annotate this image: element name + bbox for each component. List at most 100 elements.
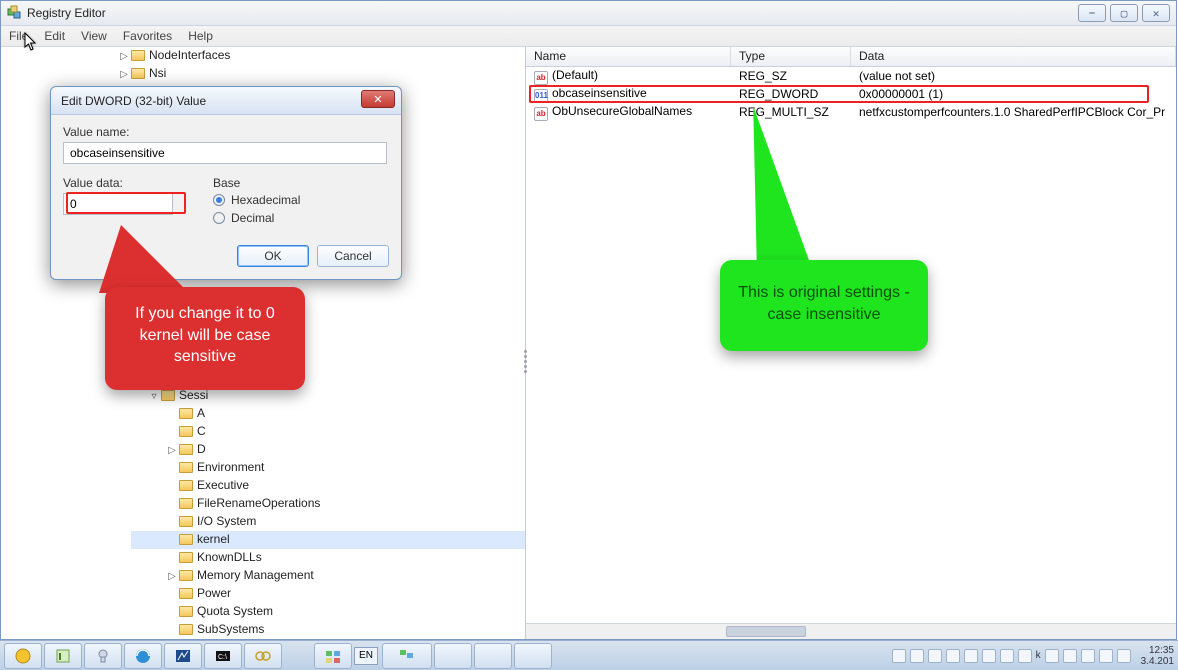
taskbar-app-5[interactable] xyxy=(164,643,202,669)
expander-icon[interactable] xyxy=(167,533,177,549)
tray-icon[interactable] xyxy=(964,649,978,663)
expander-icon[interactable] xyxy=(167,425,177,441)
list-row[interactable]: 011obcaseinsensitiveREG_DWORD0x00000001 … xyxy=(526,85,1176,103)
tree-item[interactable]: Executive xyxy=(131,477,525,495)
expander-icon[interactable] xyxy=(167,623,177,639)
menu-help[interactable]: Help xyxy=(188,29,213,43)
tree-item[interactable]: FileRenameOperations xyxy=(131,495,525,513)
taskbar-app-1[interactable] xyxy=(4,643,42,669)
taskbar-app-11[interactable] xyxy=(474,643,512,669)
dialog-titlebar[interactable]: Edit DWORD (32-bit) Value ✕ xyxy=(51,87,401,115)
expander-icon[interactable]: ▷ xyxy=(167,569,177,585)
expander-icon[interactable] xyxy=(167,515,177,531)
tray-icon[interactable] xyxy=(1000,649,1014,663)
expander-icon[interactable]: ▷ xyxy=(149,335,159,351)
value-name-input[interactable] xyxy=(63,142,387,164)
tree-item[interactable]: ▷Servi xyxy=(131,369,525,387)
expander-icon[interactable] xyxy=(167,497,177,513)
expander-icon[interactable] xyxy=(167,407,177,423)
tree-item[interactable]: Environment xyxy=(131,459,525,477)
tree-item[interactable]: I/O System xyxy=(131,513,525,531)
expander-icon[interactable]: ▷ xyxy=(167,443,177,459)
tray-icon[interactable] xyxy=(1045,649,1059,663)
taskbar-active-app[interactable] xyxy=(382,643,432,669)
col-name[interactable]: Name xyxy=(526,47,731,66)
expander-icon[interactable]: ▷ xyxy=(149,371,159,387)
menu-file[interactable]: File xyxy=(9,29,28,43)
tray-icon[interactable] xyxy=(928,649,942,663)
tray-icon[interactable] xyxy=(892,649,906,663)
menu-favorites[interactable]: Favorites xyxy=(123,29,172,43)
col-data[interactable]: Data xyxy=(851,47,1176,66)
tray-icon[interactable] xyxy=(1117,649,1131,663)
ok-button[interactable]: OK xyxy=(237,245,309,267)
scroll-thumb[interactable] xyxy=(726,626,806,637)
tree-item[interactable]: kernel xyxy=(131,531,525,549)
taskbar-app-7[interactable] xyxy=(244,643,282,669)
tray-icon[interactable] xyxy=(982,649,996,663)
tree-item[interactable]: C xyxy=(131,423,525,441)
tree-item[interactable]: ▷Nsi xyxy=(101,65,525,83)
tray-icon[interactable] xyxy=(1063,649,1077,663)
close-button[interactable]: ✕ xyxy=(1142,4,1170,22)
tray-icon[interactable] xyxy=(946,649,960,663)
expander-icon[interactable]: ▷ xyxy=(119,49,129,65)
taskbar-app-3[interactable] xyxy=(84,643,122,669)
splitter-handle[interactable] xyxy=(519,341,531,381)
tree-item[interactable]: KnownDLLs xyxy=(131,549,525,567)
tree-item-label: Quota System xyxy=(197,604,273,618)
expander-icon[interactable] xyxy=(167,461,177,477)
folder-icon xyxy=(179,552,193,563)
tree-item[interactable]: Quota System xyxy=(131,603,525,621)
folder-icon xyxy=(179,516,193,527)
tree-item[interactable]: ▷Ser xyxy=(131,333,525,351)
expander-icon[interactable] xyxy=(167,551,177,567)
taskbar-app-4[interactable] xyxy=(124,643,162,669)
taskbar-app-8[interactable] xyxy=(314,643,352,669)
titlebar[interactable]: Registry Editor ⎯ ▢ ✕ xyxy=(1,1,1176,25)
clock[interactable]: 12:35 3.4.201 xyxy=(1141,645,1174,667)
maximize-button[interactable]: ▢ xyxy=(1110,4,1138,22)
tree-item[interactable]: ▷NodeInterfaces xyxy=(101,47,525,65)
tree-item[interactable]: Power xyxy=(131,585,525,603)
menu-view[interactable]: View xyxy=(81,29,107,43)
list-row[interactable]: abObUnsecureGlobalNamesREG_MULTI_SZnetfx… xyxy=(526,103,1176,121)
expander-icon[interactable] xyxy=(167,605,177,621)
value-list[interactable]: Name Type Data ab(Default)REG_SZ(value n… xyxy=(526,47,1176,639)
taskbar-app-2[interactable] xyxy=(44,643,82,669)
tree-item[interactable]: ▷D xyxy=(131,441,525,459)
language-indicator[interactable]: EN xyxy=(354,647,378,665)
tree-item[interactable]: ▷Memory Management xyxy=(131,567,525,585)
menu-edit[interactable]: Edit xyxy=(44,29,65,43)
tray-icon[interactable] xyxy=(910,649,924,663)
taskbar-app-6[interactable]: C:\ xyxy=(204,643,242,669)
taskbar-app-12[interactable] xyxy=(514,643,552,669)
expander-icon[interactable]: ▿ xyxy=(149,389,159,405)
minimize-button[interactable]: ⎯ xyxy=(1078,4,1106,22)
tray-icon[interactable] xyxy=(1081,649,1095,663)
cancel-button[interactable]: Cancel xyxy=(317,245,389,267)
expander-icon[interactable]: ▷ xyxy=(149,353,159,369)
tree-item[interactable]: SubSystems xyxy=(131,621,525,639)
value-data-input[interactable] xyxy=(63,193,173,215)
tree-item[interactable]: A xyxy=(131,405,525,423)
tree-item[interactable]: ▷Ser xyxy=(131,351,525,369)
tray-icon[interactable] xyxy=(1099,649,1113,663)
taskbar[interactable]: C:\ EN k 12:35 3.4.201 xyxy=(0,640,1178,670)
clock-date: 3.4.201 xyxy=(1141,656,1174,667)
list-header[interactable]: Name Type Data xyxy=(526,47,1176,67)
expander-icon[interactable]: ▷ xyxy=(119,67,129,83)
col-type[interactable]: Type xyxy=(731,47,851,66)
taskbar-app-10[interactable] xyxy=(434,643,472,669)
expander-icon[interactable] xyxy=(167,479,177,495)
expander-icon[interactable] xyxy=(167,587,177,603)
radio-decimal[interactable] xyxy=(213,212,225,224)
dialog-close-button[interactable]: ✕ xyxy=(361,90,395,108)
folder-icon xyxy=(179,444,193,455)
system-tray[interactable]: k 12:35 3.4.201 xyxy=(892,645,1174,667)
tray-icon[interactable] xyxy=(1018,649,1032,663)
radio-hexadecimal[interactable] xyxy=(213,194,225,206)
tree-item[interactable]: ▿Sessi xyxy=(131,387,525,405)
horizontal-scrollbar[interactable] xyxy=(526,623,1176,639)
list-row[interactable]: ab(Default)REG_SZ(value not set) xyxy=(526,67,1176,85)
